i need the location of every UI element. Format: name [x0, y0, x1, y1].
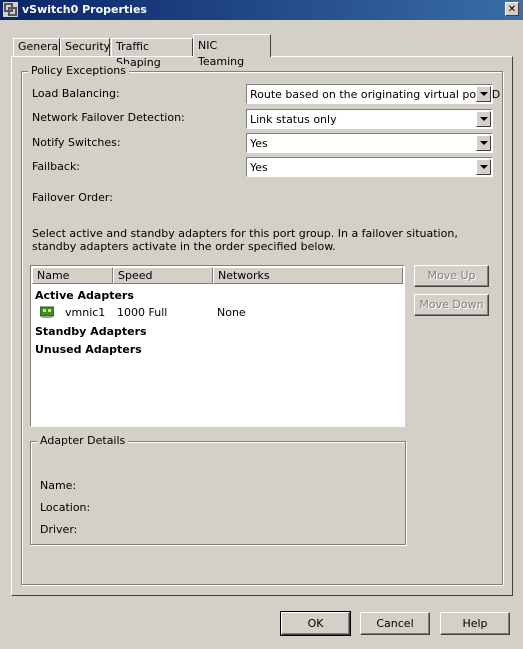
standby-adapters-heading: Standby Adapters — [35, 325, 147, 338]
failover-detection-label: Network Failover Detection: — [32, 111, 185, 124]
load-balancing-select[interactable]: Route based on the originating virtual p… — [246, 84, 500, 104]
notify-switches-value: Yes — [250, 137, 268, 150]
list-item[interactable]: vmnic1 1000 Full None — [31, 304, 402, 320]
failover-detection-select[interactable]: Link status only — [246, 109, 493, 129]
chevron-down-icon[interactable] — [476, 86, 491, 102]
failback-select[interactable]: Yes — [246, 157, 493, 177]
nic-icon — [40, 306, 54, 318]
active-adapters-heading: Active Adapters — [35, 289, 134, 302]
failover-order-label: Failover Order: — [32, 191, 113, 204]
move-up-button[interactable]: Move Up — [414, 265, 489, 287]
column-header-networks[interactable]: Networks — [213, 267, 403, 284]
adapter-list[interactable]: Name Speed Networks Active Adapters vmni… — [30, 265, 405, 427]
failback-label: Failback: — [32, 160, 81, 173]
move-down-button[interactable]: Move Down — [414, 294, 489, 316]
adapter-name-label: Name: — [40, 479, 77, 492]
load-balancing-value: Route based on the originating virtual p… — [250, 88, 501, 101]
column-header-name[interactable]: Name — [32, 267, 113, 284]
adapter-details-legend: Adapter Details — [37, 434, 129, 447]
failback-value: Yes — [250, 161, 268, 174]
chevron-down-icon[interactable] — [476, 135, 491, 151]
chevron-down-icon[interactable] — [476, 111, 491, 127]
adapter-name: vmnic1 — [65, 306, 106, 319]
adapter-details-group: Adapter Details Name: Location: Driver: — [30, 434, 406, 545]
failover-instructions: Select active and standby adapters for t… — [32, 227, 458, 253]
unused-adapters-heading: Unused Adapters — [35, 343, 142, 356]
load-balancing-label: Load Balancing: — [32, 87, 120, 100]
adapter-networks: None — [217, 306, 246, 319]
failover-detection-value: Link status only — [250, 113, 337, 126]
column-header-speed[interactable]: Speed — [113, 267, 213, 284]
chevron-down-icon[interactable] — [476, 159, 491, 175]
adapter-location-label: Location: — [40, 501, 91, 514]
notify-switches-label: Notify Switches: — [32, 136, 121, 149]
adapter-driver-label: Driver: — [40, 523, 78, 536]
notify-switches-select[interactable]: Yes — [246, 133, 493, 153]
adapter-speed: 1000 Full — [117, 306, 168, 319]
